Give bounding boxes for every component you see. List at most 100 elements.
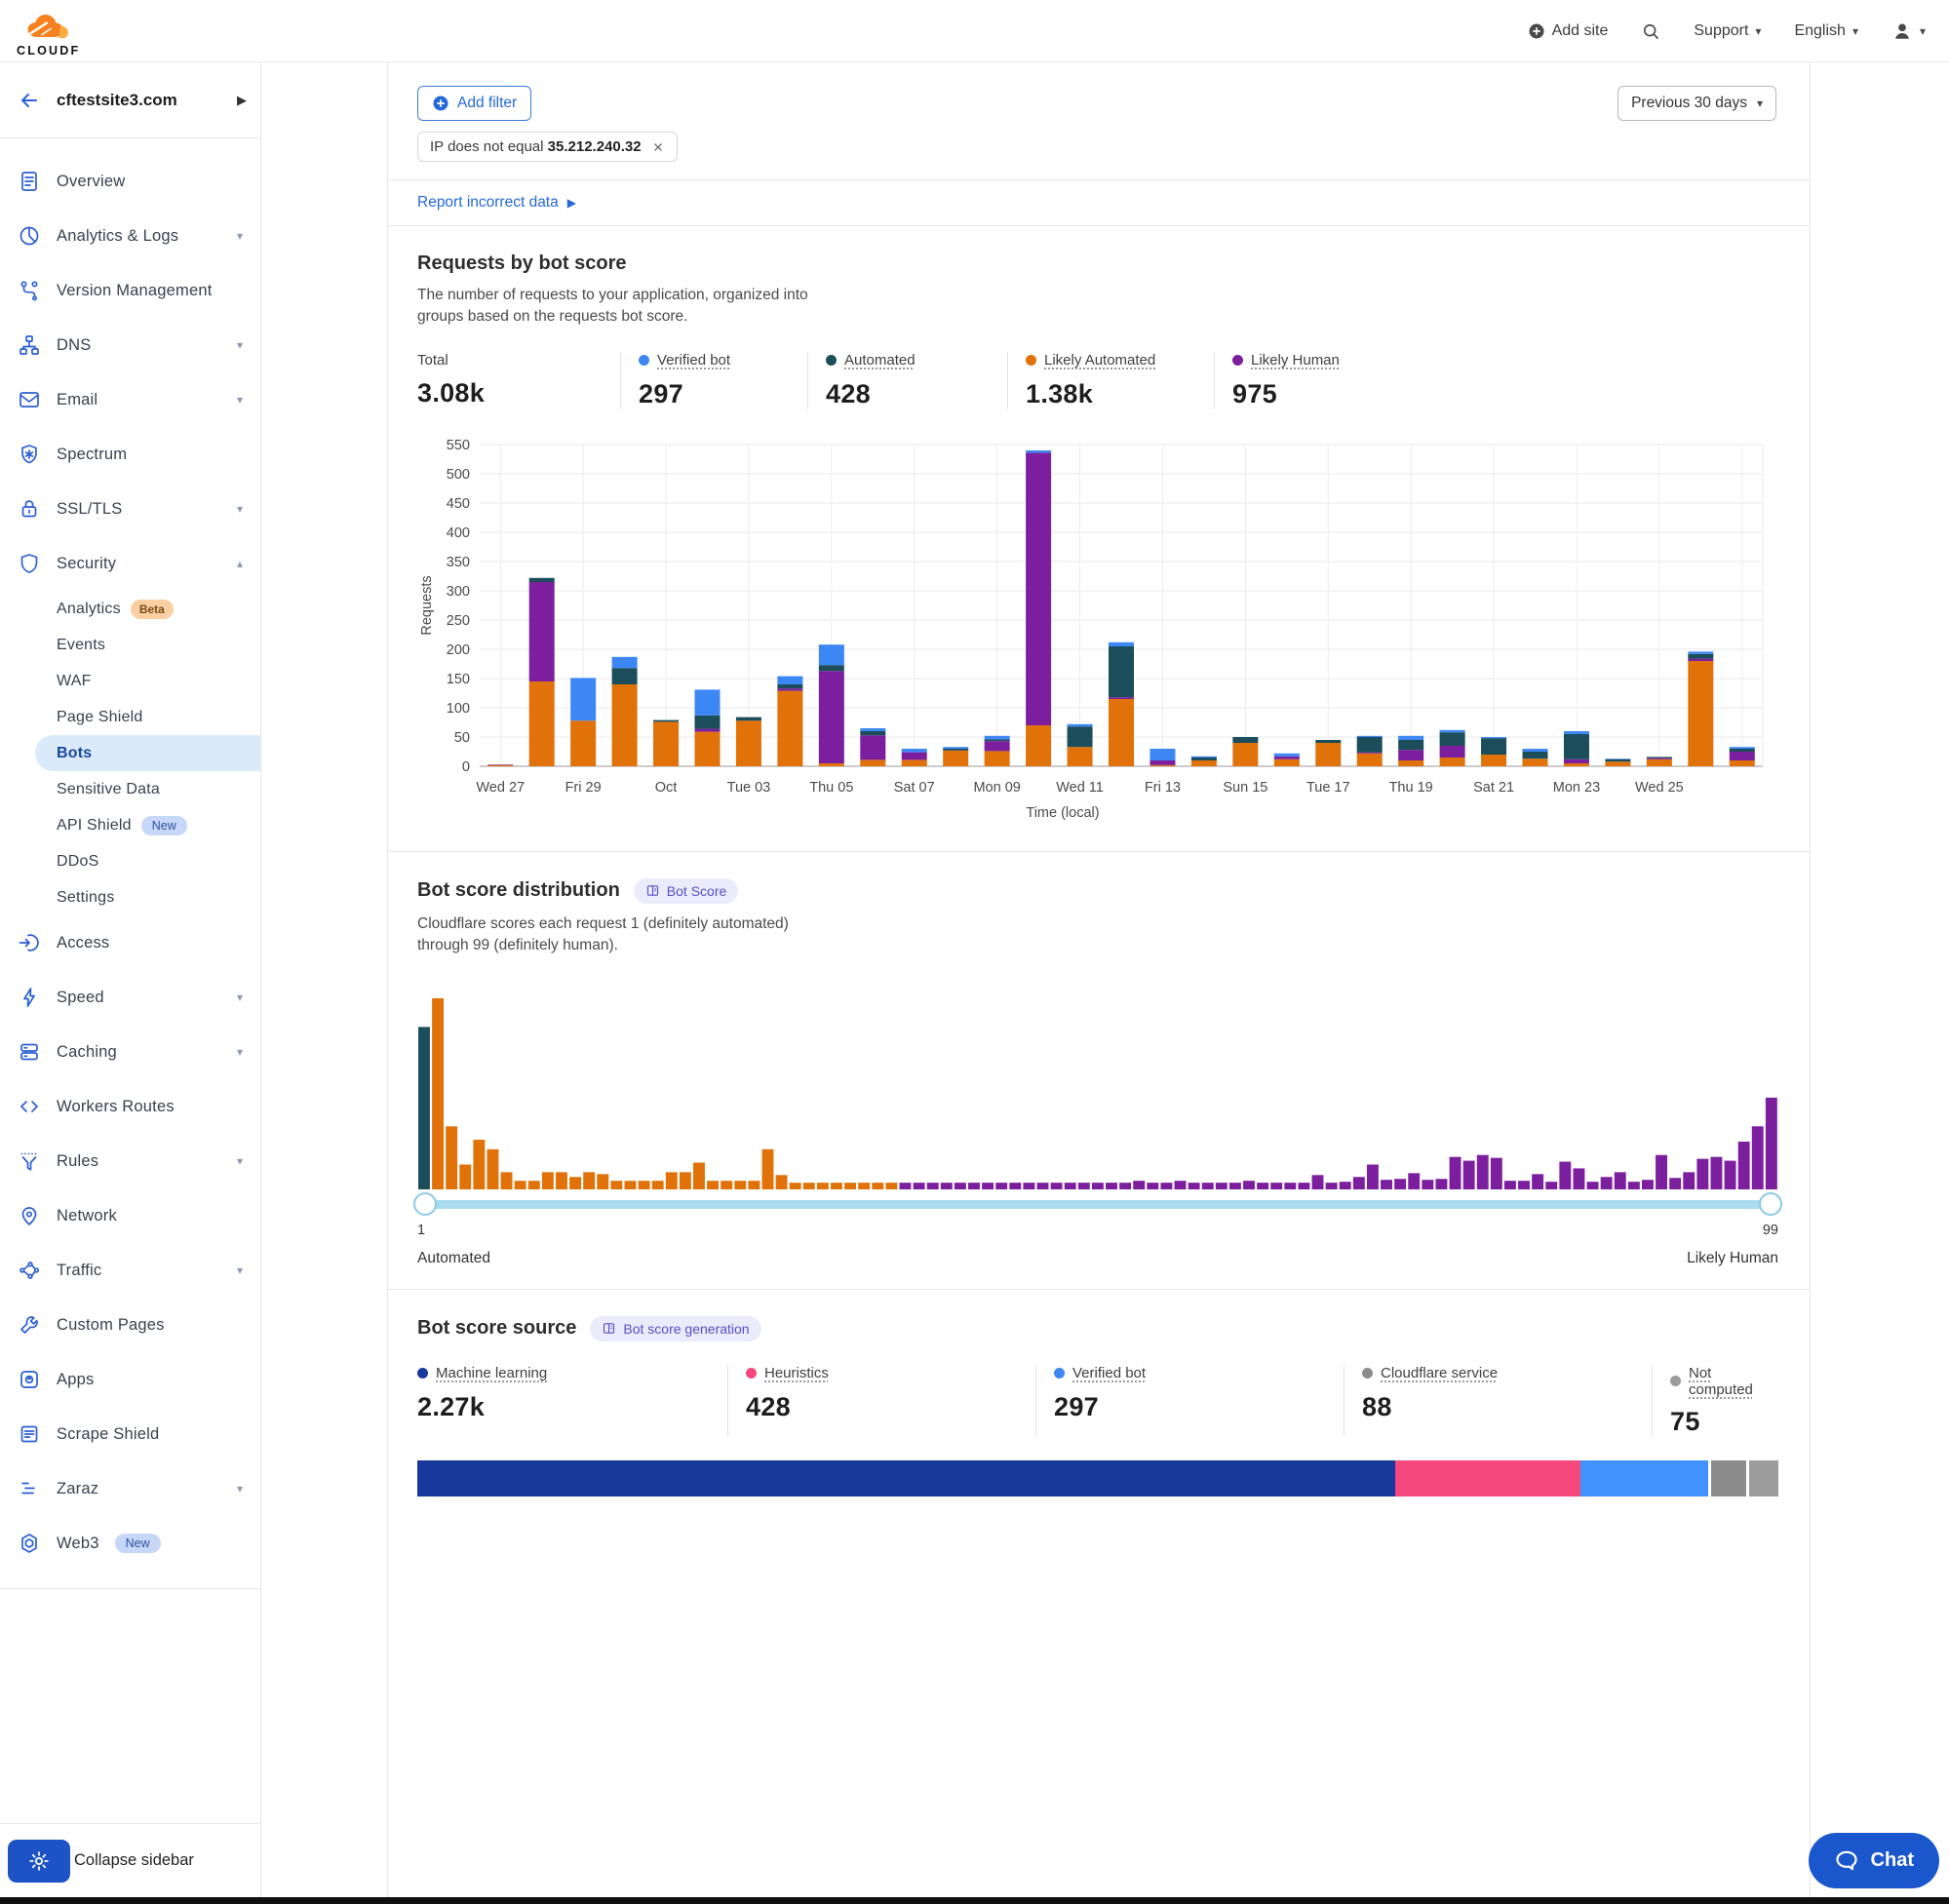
stat-label[interactable]: Automated (844, 352, 916, 369)
sidebar-item-label: Rules (57, 1152, 221, 1171)
sidebar-item-analytics-logs[interactable]: Analytics & Logs▾ (0, 209, 260, 263)
stat-total: Total3.08k (417, 352, 620, 409)
chevron-down-icon[interactable]: ▾ (237, 1154, 247, 1168)
bot-score-generation-docs-badge[interactable]: Bot score generation (590, 1316, 760, 1341)
sidebar-item-scrape-shield[interactable]: Scrape Shield (0, 1407, 260, 1461)
stat-likely-human: Likely Human975 (1214, 352, 1428, 409)
sidebar-subitem-label: WAF (57, 673, 92, 690)
source-segment-cloudflare-service[interactable] (1708, 1460, 1746, 1496)
stat-label[interactable]: Likely Human (1251, 352, 1340, 369)
chevron-down-icon[interactable]: ▾ (237, 502, 247, 516)
language-menu[interactable]: English ▾ (1794, 22, 1858, 40)
sidebar-item-ddos[interactable]: DDoS (0, 843, 260, 879)
add-site-button[interactable]: Add site (1528, 22, 1609, 40)
bot-score-source-card: Bot score source Bot score generation Ma… (388, 1290, 1810, 1518)
chevron-down-icon[interactable]: ▾ (237, 393, 247, 407)
chevron-down-icon[interactable]: ▾ (237, 338, 247, 352)
support-menu[interactable]: Support ▾ (1694, 22, 1761, 40)
chevron-down-icon[interactable]: ▾ (237, 1045, 247, 1059)
chevron-down-icon[interactable]: ▾ (237, 991, 247, 1004)
collapse-sidebar-label[interactable]: Collapse sidebar (74, 1851, 194, 1870)
chevron-up-icon[interactable]: ▴ (237, 557, 247, 570)
chevron-down-icon[interactable]: ▾ (237, 1263, 247, 1277)
svg-text:300: 300 (447, 584, 470, 600)
sidebar-item-network[interactable]: Network (0, 1188, 260, 1243)
sidebar-item-overview[interactable]: Overview (0, 154, 260, 209)
date-range-dropdown[interactable]: Previous 30 days ▾ (1618, 86, 1776, 121)
account-menu[interactable]: ▾ (1891, 20, 1926, 42)
svg-text:400: 400 (447, 525, 470, 541)
sidebar-item-dns[interactable]: DNS▾ (0, 318, 260, 372)
sidebar-subitem-label: Settings (57, 889, 114, 907)
sidebar-item-bots[interactable]: Bots (35, 735, 260, 771)
filter-chip-text: IP does not equal 35.212.240.32 (430, 138, 642, 155)
stat-label[interactable]: Not computed (1689, 1365, 1765, 1398)
main-content: Add filter IP does not equal 35.212.240.… (387, 62, 1811, 1897)
slider-handle-min[interactable] (413, 1192, 437, 1216)
stat-label[interactable]: Verified bot (1072, 1365, 1146, 1381)
svg-text:Wed 25: Wed 25 (1635, 780, 1684, 796)
slider-handle-max[interactable] (1759, 1192, 1782, 1216)
sidebar-item-page-shield[interactable]: Page Shield (0, 699, 260, 735)
support-label: Support (1694, 22, 1748, 40)
stat-label[interactable]: Heuristics (764, 1365, 829, 1381)
report-incorrect-data-link[interactable]: Report incorrect data ▶ (417, 194, 576, 212)
sidebar-item-api-shield[interactable]: API ShieldNew (0, 807, 260, 843)
sidebar-item-rules[interactable]: Rules ▾ (0, 1134, 260, 1188)
search-button[interactable] (1641, 21, 1660, 41)
sidebar-subitem-label: Events (57, 637, 105, 654)
chevron-down-icon[interactable]: ▾ (237, 229, 247, 243)
stat-value: 297 (1054, 1392, 1330, 1422)
settings-gear-button[interactable] (8, 1840, 70, 1883)
stat-label[interactable]: Machine learning (436, 1365, 547, 1381)
sidebar-item-caching[interactable]: Caching▾ (0, 1025, 260, 1079)
source-segment-machine-learning[interactable] (417, 1460, 1395, 1496)
sidebar-item-workers-routes[interactable]: Workers Routes (0, 1079, 260, 1134)
sidebar-item-analytics[interactable]: AnalyticsBeta (0, 591, 260, 627)
requests-stats-row: Total3.08kVerified bot297Automated428Lik… (417, 352, 1780, 409)
stat-label[interactable]: Verified bot (657, 352, 730, 369)
source-stacked-bar (417, 1460, 1778, 1496)
chat-button[interactable]: Chat (1809, 1833, 1939, 1888)
remove-filter-button[interactable] (651, 140, 665, 154)
sidebar-item-traffic[interactable]: Traffic▾ (0, 1243, 260, 1298)
score-range-slider[interactable] (417, 1200, 1778, 1209)
plus-circle-icon (1528, 22, 1545, 40)
chevron-down-icon[interactable]: ▾ (237, 1482, 247, 1496)
bot-score-docs-badge[interactable]: Bot Score (634, 878, 738, 904)
legend-dot (417, 1368, 428, 1379)
slider-max-value: 99 (1763, 1223, 1778, 1238)
sidebar-item-ssl-tls[interactable]: SSL/TLS▾ (0, 482, 260, 536)
chevron-right-icon[interactable]: ▶ (237, 93, 247, 108)
sidebar-item-spectrum[interactable]: Spectrum (0, 427, 260, 482)
sidebar-item-waf[interactable]: WAF (0, 663, 260, 699)
source-segment-heuristics[interactable] (1395, 1460, 1579, 1496)
sidebar-item-events[interactable]: Events (0, 627, 260, 663)
back-arrow-icon[interactable] (18, 89, 41, 112)
sidebar-item-security[interactable]: Security▴ (0, 536, 260, 591)
source-segment-not-computed[interactable] (1746, 1460, 1778, 1496)
sidebar-item-access[interactable]: Access (0, 915, 260, 970)
sidebar-item-custom-pages[interactable]: Custom Pages (0, 1298, 260, 1352)
cloudflare-logo[interactable]: CLOUDFLARE (16, 6, 78, 57)
sidebar-item-zaraz[interactable]: Zaraz▾ (0, 1461, 260, 1516)
add-filter-button[interactable]: Add filter (417, 86, 531, 121)
stat-label[interactable]: Likely Automated (1044, 352, 1155, 369)
slider-max-sublabel: Likely Human (1687, 1250, 1778, 1267)
sidebar-item-settings[interactable]: Settings (0, 879, 260, 915)
legend-dot (746, 1368, 757, 1379)
sidebar-item-version-management[interactable]: Version Management (0, 263, 260, 318)
legend-dot (1026, 355, 1036, 366)
source-stats-row: Machine learning2.27kHeuristics428Verifi… (417, 1365, 1780, 1437)
chevron-down-icon: ▾ (1920, 24, 1926, 38)
svg-text:450: 450 (447, 496, 470, 512)
source-segment-verified-bot[interactable] (1580, 1460, 1708, 1496)
sidebar-item-sensitive-data[interactable]: Sensitive Data (0, 771, 260, 807)
filter-chip[interactable]: IP does not equal 35.212.240.32 (417, 132, 678, 162)
sidebar-item-email[interactable]: Email▾ (0, 372, 260, 427)
sidebar-item-web3[interactable]: Web3New (0, 1516, 260, 1571)
sidebar-item-speed[interactable]: Speed▾ (0, 970, 260, 1025)
sidebar-item-apps[interactable]: Apps (0, 1352, 260, 1407)
book-icon (645, 883, 660, 898)
stat-label[interactable]: Cloudflare service (1381, 1365, 1498, 1381)
